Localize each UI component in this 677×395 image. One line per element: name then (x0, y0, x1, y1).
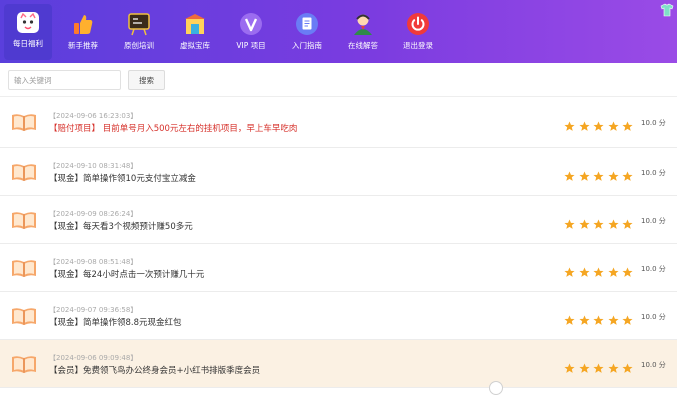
post-row[interactable]: 【2024-09-10 08:31:48】 【现金】简单操作领10元支付宝立减金… (0, 148, 677, 196)
post-date: 【2024-09-09 08:26:24】 (49, 210, 138, 218)
nav-item-online-answers[interactable]: 在线解答 (339, 6, 387, 58)
star-icon (607, 315, 619, 325)
nav-label-daily-benefits: 每日福利 (13, 39, 43, 48)
post-score: 10.0 分 (641, 217, 666, 225)
post-row[interactable]: 【2024-09-08 08:51:48】 【现金】每24小时点击一次预计赚几十… (0, 244, 677, 292)
post-title[interactable]: 【赔付项目】 目前单号月入500元左右的挂机项目，早上车早吃肉 (49, 122, 297, 134)
star-icon (578, 315, 590, 325)
star-icon (593, 171, 604, 181)
star-icon (607, 219, 619, 229)
post-date: 【2024-09-06 09:09:48】 (49, 354, 138, 362)
post-row[interactable]: 【2024-09-06 09:09:48】 【会员】免费领飞鸟办公终身会员+小红… (0, 340, 677, 388)
nav-item-beginner-recommend[interactable]: 新手推荐 (59, 6, 107, 58)
star-icon (578, 363, 590, 373)
star-icon (578, 267, 590, 277)
nav-label-vip-project: VIP 项目 (236, 41, 266, 50)
nav-item-daily-benefits[interactable]: 每日福利 (4, 4, 52, 60)
nav-item-virtual-treasury[interactable]: 虚拟宝库 (171, 6, 219, 58)
open-book-icon (12, 260, 36, 277)
star-icon (622, 315, 633, 325)
vip-badge-icon (240, 13, 262, 35)
post-row[interactable]: 【2024-09-09 08:26:24】 【现金】每天看3个视频预计赚50多元… (0, 196, 677, 244)
star-icon (593, 363, 604, 373)
star-icon (593, 315, 604, 325)
post-score: 10.0 分 (641, 265, 666, 273)
post-title[interactable]: 【现金】简单操作领8.8元现金红包 (49, 316, 182, 328)
nav-item-getting-started[interactable]: 入门指南 (283, 6, 331, 58)
nav-label-beginner-recommend: 新手推荐 (68, 41, 98, 50)
scroll-indicator[interactable] (489, 381, 503, 395)
post-list: 【2024-09-06 16:23:03】 【赔付项目】 目前单号月入500元左… (0, 97, 677, 388)
post-date: 【2024-09-06 16:23:03】 (49, 112, 138, 120)
star-icon (564, 121, 575, 131)
post-title[interactable]: 【会员】免费领飞鸟办公终身会员+小红书排版季度会员 (49, 364, 260, 376)
post-score: 10.0 分 (641, 313, 666, 321)
star-rating (564, 311, 634, 325)
star-icon (622, 267, 633, 277)
post-title[interactable]: 【现金】每24小时点击一次预计赚几十元 (49, 268, 204, 280)
post-score: 10.0 分 (641, 361, 666, 369)
nav-label-original-training: 原创培训 (124, 41, 154, 50)
star-rating (564, 117, 634, 131)
star-rating (564, 167, 634, 181)
training-board-icon (128, 13, 150, 36)
star-rating (564, 359, 634, 373)
star-rating (564, 215, 634, 229)
star-icon (607, 363, 619, 373)
star-icon (622, 171, 633, 181)
star-icon (564, 315, 575, 325)
star-icon (578, 171, 590, 181)
open-book-icon (12, 356, 36, 373)
post-date: 【2024-09-10 08:31:48】 (49, 162, 138, 170)
star-icon (564, 171, 575, 181)
nav-label-logout: 退出登录 (403, 41, 433, 50)
nav-item-original-training[interactable]: 原创培训 (115, 6, 163, 58)
post-score: 10.0 分 (641, 169, 666, 177)
nav-item-vip-project[interactable]: VIP 项目 (227, 6, 275, 58)
support-agent-icon (354, 14, 372, 35)
open-book-icon (12, 164, 36, 181)
post-title[interactable]: 【现金】每天看3个视频预计赚50多元 (49, 220, 193, 232)
nav-label-getting-started: 入门指南 (292, 41, 322, 50)
star-icon (607, 171, 619, 181)
post-row[interactable]: 【2024-09-07 09:36:58】 【现金】简单操作领8.8元现金红包 … (0, 292, 677, 340)
cat-mascot-icon (17, 12, 39, 33)
treasure-store-icon (185, 14, 205, 34)
post-row[interactable]: 【2024-09-06 16:23:03】 【赔付项目】 目前单号月入500元左… (0, 97, 677, 148)
skin-shirt-icon[interactable] (660, 3, 674, 17)
guide-document-icon (296, 13, 318, 35)
open-book-icon (12, 212, 36, 229)
post-date: 【2024-09-07 09:36:58】 (49, 306, 138, 314)
search-input[interactable] (8, 70, 121, 90)
search-button[interactable]: 搜索 (128, 70, 165, 90)
star-icon (607, 267, 619, 277)
star-icon (593, 267, 604, 277)
star-rating (564, 263, 634, 277)
star-icon (564, 219, 575, 229)
nav-label-virtual-treasury: 虚拟宝库 (180, 41, 210, 50)
thumbs-up-icon (74, 15, 93, 34)
star-icon (593, 121, 604, 131)
star-icon (564, 267, 575, 277)
star-icon (578, 121, 590, 131)
star-icon (622, 219, 633, 229)
open-book-icon (12, 114, 36, 131)
top-nav-bar: 每日福利 新手推荐 原创培训 虚拟宝库 VIP 项目 入门指南 在线解答 退出登… (0, 0, 677, 63)
post-title[interactable]: 【现金】简单操作领10元支付宝立减金 (49, 172, 196, 184)
star-icon (593, 219, 604, 229)
nav-item-logout[interactable]: 退出登录 (394, 6, 442, 58)
star-icon (564, 363, 575, 373)
star-icon (622, 363, 633, 373)
open-book-icon (12, 308, 36, 325)
nav-label-online-answers: 在线解答 (348, 41, 378, 50)
star-icon (578, 219, 590, 229)
post-score: 10.0 分 (641, 119, 666, 127)
post-date: 【2024-09-08 08:51:48】 (49, 258, 138, 266)
power-icon (407, 13, 429, 35)
star-icon (607, 121, 619, 131)
star-icon (622, 121, 633, 131)
